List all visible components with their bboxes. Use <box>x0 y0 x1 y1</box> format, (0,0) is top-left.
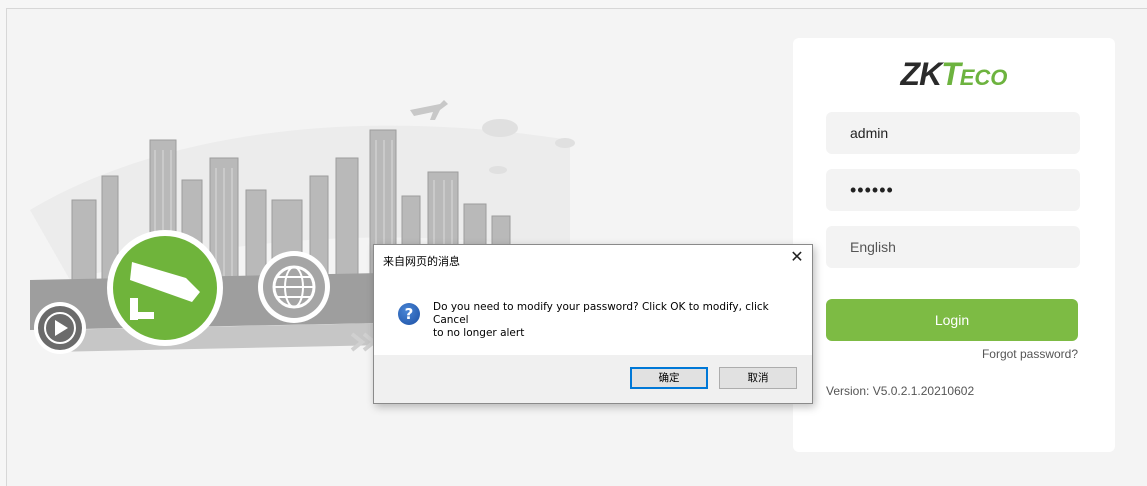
dialog-message-line: to no longer alert <box>433 327 525 339</box>
version-text: Version: V5.0.2.1.20210602 <box>826 384 975 398</box>
play-icon <box>34 302 86 354</box>
dialog-message: Do you need to modify your password? Cli… <box>433 301 793 340</box>
close-icon[interactable]: ✕ <box>788 248 806 266</box>
language-select[interactable]: English <box>826 226 1080 268</box>
camera-icon <box>107 230 223 346</box>
forgot-password-link[interactable]: Forgot password? <box>982 347 1078 361</box>
ok-button[interactable]: 确定 <box>630 367 708 389</box>
cloud-icon <box>489 166 507 174</box>
cloud-icon <box>555 138 575 148</box>
password-input[interactable]: •••••• <box>826 169 1080 211</box>
alert-dialog: 来自网页的消息 ✕ ? Do you need to modify your p… <box>373 244 813 404</box>
dialog-message-line: Do you need to modify your password? Cli… <box>433 301 769 326</box>
dialog-footer: 确定 取消 <box>374 355 812 403</box>
zkteco-logo: ZKTECO <box>900 56 1008 92</box>
cancel-button[interactable]: 取消 <box>719 367 797 389</box>
dialog-title: 来自网页的消息 <box>383 255 460 268</box>
login-card: ZKTECO admin •••••• English Login Forgot… <box>793 38 1115 452</box>
cloud-icon <box>482 119 518 137</box>
globe-icon <box>258 251 330 323</box>
airplane-icon <box>410 100 448 120</box>
username-input[interactable]: admin <box>826 112 1080 154</box>
login-button[interactable]: Login <box>826 299 1078 341</box>
question-icon: ? <box>398 303 420 325</box>
